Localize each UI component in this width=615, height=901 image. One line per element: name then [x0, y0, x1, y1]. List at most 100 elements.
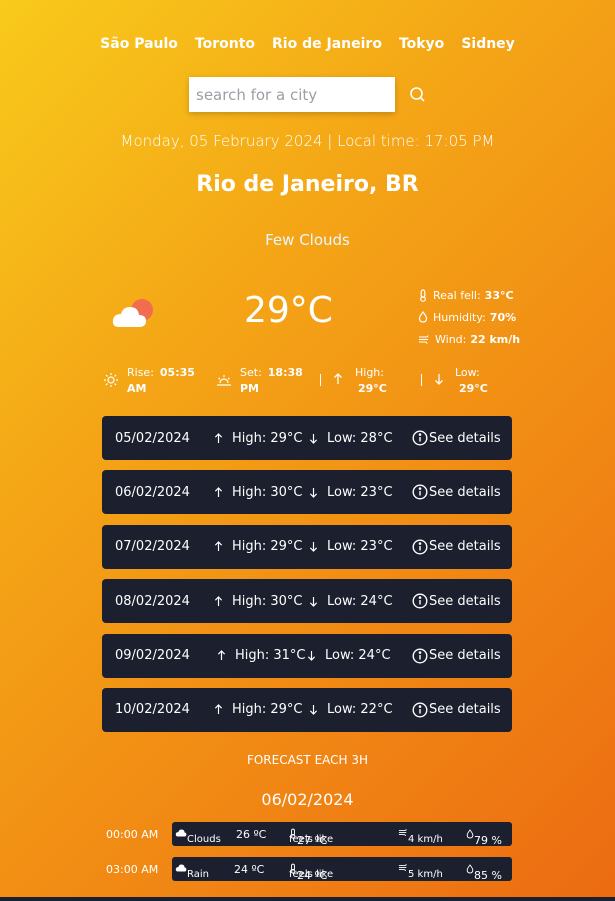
see-details-button[interactable]: See details [412, 593, 501, 609]
day-date: 09/02/2024 [115, 648, 190, 664]
day-high: High: 31°C [217, 648, 306, 663]
day-low: Low: 22°C [309, 702, 393, 717]
arrow-up-icon [214, 541, 223, 552]
next-forecast-row-edge [0, 897, 615, 901]
day-low: Low: 24°C [307, 648, 391, 663]
high-value: 29°C [358, 382, 387, 395]
humidity-value: 70% [489, 310, 517, 324]
day-high-text: High: 31°C [235, 648, 306, 664]
day-date: 06/02/2024 [115, 484, 190, 500]
forecast-feels-like: feels like 27 ºC [289, 828, 333, 847]
info-circle-icon [412, 648, 428, 664]
sunrise-time: 05:35 [159, 366, 195, 379]
wind-row: Wind: 22 km/h [418, 328, 520, 350]
wind-icon [398, 864, 407, 872]
sunrise-ampm: AM [127, 382, 147, 395]
see-details-button[interactable]: See details [412, 539, 501, 555]
current-temperature: 29°C [244, 290, 333, 331]
arrow-up-icon [334, 373, 342, 384]
forecast-wind-text: 4 km/h [408, 834, 443, 845]
day-low-text: Low: 23°C [327, 539, 393, 555]
day-high-text: High: 29°C [232, 702, 303, 718]
daily-forecast-card: 07/02/2024 High: 29°C Low: 23°C See deta… [102, 524, 512, 569]
search-icon[interactable] [408, 85, 428, 105]
sunset: Set: 18:38 [240, 366, 303, 379]
arrow-down-icon [309, 705, 318, 716]
forecast-desc: Rain [175, 863, 209, 880]
daily-forecast-card: 10/02/2024 High: 29°C Low: 22°C See deta… [102, 687, 512, 732]
search-input[interactable] [189, 77, 395, 112]
forecast-bar: Rain 24 ºC feels like 24 ºC 5 km/h 85 % [172, 857, 512, 882]
forecast-3h-row: 00:00 AM Clouds 26 ºC feels like 27 ºC 4… [106, 822, 512, 847]
forecast-bar: Clouds 26 ºC feels like 27 ºC 4 km/h 79 … [172, 822, 512, 847]
daily-forecast-list: 05/02/2024 High: 29°C Low: 28°C See deta… [102, 416, 512, 742]
forecast-desc-text: Rain [187, 869, 209, 880]
forecast-humidity: 79 % [466, 828, 502, 847]
drop-icon [466, 829, 474, 839]
forecast-wind-text: 5 km/h [408, 869, 443, 880]
city-link-tokyo[interactable]: Tokyo [399, 36, 444, 52]
cloud-sun-icon [112, 299, 153, 327]
day-date: 07/02/2024 [115, 539, 190, 555]
info-circle-icon [412, 484, 428, 500]
low-arrow-wrap [434, 373, 444, 385]
see-details-button[interactable]: See details [412, 484, 501, 500]
arrow-down-icon [435, 374, 443, 385]
high-arrow-wrap [333, 373, 343, 385]
sunset-label: Set: [240, 366, 262, 379]
feels-like-value: 24 ºC [297, 869, 328, 882]
forecast-time: 03:00 AM [106, 863, 159, 876]
day-date: 08/02/2024 [115, 593, 190, 609]
city-title: Rio de Janeiro, BR [196, 172, 419, 197]
sunrise: Rise: 05:35 [127, 366, 195, 379]
see-details-button[interactable]: See details [412, 702, 501, 718]
arrow-up-icon [214, 595, 223, 606]
forecast-section-title: FORECAST EACH 3H [246, 753, 369, 767]
real-feel-value: 33°C [484, 288, 514, 302]
see-details-label: See details [429, 648, 501, 664]
day-high: High: 29°C [214, 539, 303, 554]
drop-icon [418, 311, 428, 323]
day-date: 10/02/2024 [115, 702, 190, 718]
info-circle-icon [412, 702, 428, 718]
see-details-button[interactable]: See details [412, 430, 501, 446]
arrow-down-icon [307, 651, 316, 661]
see-details-label: See details [429, 484, 501, 500]
city-link-rio-de-janeiro[interactable]: Rio de Janeiro [272, 36, 382, 52]
date-time-line: Monday, 05 February 2024 | Local time: 1… [120, 132, 495, 150]
arrow-down-icon [309, 596, 318, 607]
city-link-toronto[interactable]: Toronto [195, 36, 255, 52]
forecast-time: 00:00 AM [106, 828, 159, 841]
day-low: Low: 24°C [309, 594, 393, 609]
city-quick-links: São Paulo Toronto Rio de Janeiro Tokyo S… [0, 36, 615, 52]
cloud-icon [175, 829, 187, 837]
thermometer-icon [420, 288, 426, 302]
search-bar [189, 77, 428, 112]
arrow-down-icon [309, 542, 318, 553]
city-link-sidney[interactable]: Sidney [461, 36, 515, 52]
sunset-icon [217, 375, 231, 386]
day-date: 05/02/2024 [115, 430, 190, 446]
forecast-3h-row: 03:00 AM Rain 24 ºC feels like 24 ºC 5 k… [106, 857, 512, 882]
see-details-button[interactable]: See details [412, 648, 501, 664]
real-feel-row: Real fell: 33°C [418, 284, 520, 306]
see-details-label: See details [429, 593, 501, 609]
feels-like-value: 27 ºC [297, 834, 328, 847]
day-low: Low: 23°C [309, 539, 393, 554]
see-details-label: See details [429, 702, 501, 718]
daily-forecast-card: 05/02/2024 High: 29°C Low: 28°C See deta… [102, 416, 512, 460]
sunrise-label: Rise: [127, 366, 154, 379]
arrow-down-icon [309, 487, 318, 498]
forecast-humidity: 85 % [466, 863, 502, 882]
city-link-sao-paulo[interactable]: São Paulo [100, 36, 178, 52]
day-high: High: 30°C [214, 594, 303, 609]
day-low-text: Low: 24°C [325, 648, 391, 664]
forecast-wind: 4 km/h [398, 828, 443, 845]
sunset-time: 18:38 [267, 366, 303, 379]
arrow-up-icon [214, 704, 223, 715]
daily-forecast-card: 08/02/2024 High: 30°C Low: 24°C See deta… [102, 579, 512, 624]
day-high-text: High: 30°C [232, 484, 303, 500]
low-label: Low: [455, 366, 480, 379]
forecast-feels-like: feels like 24 ºC [289, 863, 333, 882]
info-circle-icon [412, 539, 428, 555]
